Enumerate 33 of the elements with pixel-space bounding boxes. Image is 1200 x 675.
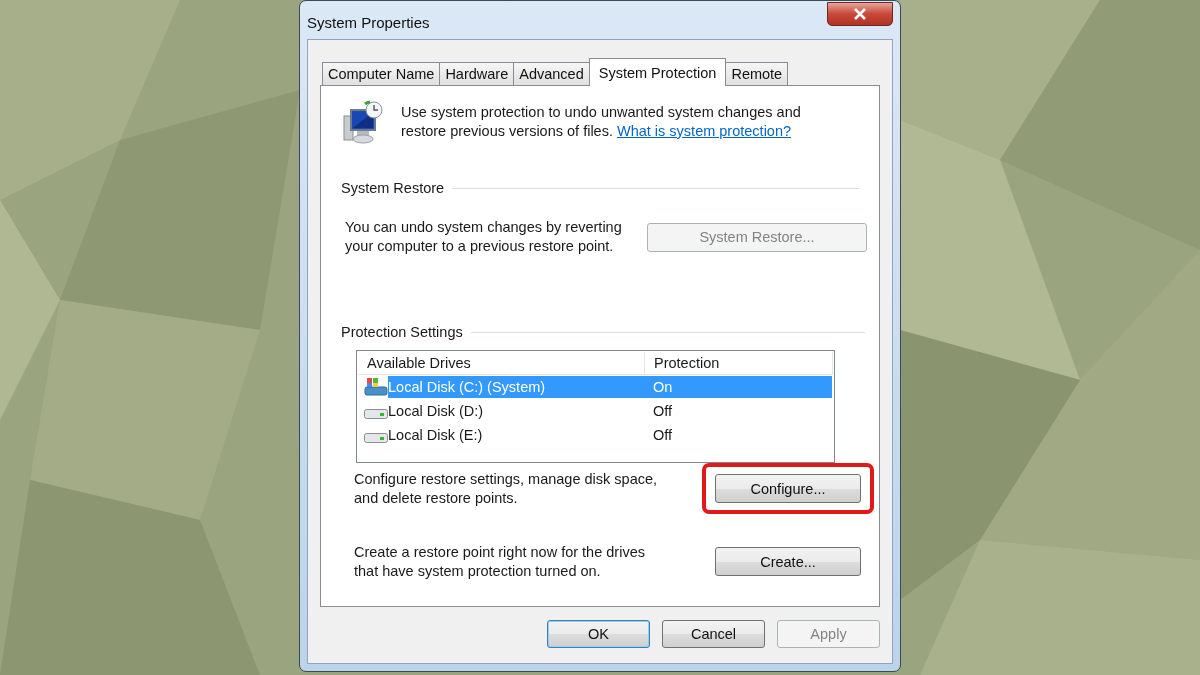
tab[interactable]: Advanced [513,62,590,85]
dialog-button[interactable]: Cancel [662,620,765,648]
help-link[interactable]: What is system protection? [617,123,792,139]
close-button[interactable] [827,2,893,26]
drive-name: Local Disk (C:) (System) [388,379,547,395]
drive-row[interactable]: Local Disk (E:) Off [388,424,832,446]
description-text: Create a restore point right now for the drives that have system protection turned on. [354,542,646,581]
computer-clock-icon [343,100,385,146]
close-icon [853,8,867,20]
protection-status: Off [652,427,674,443]
system-drive-icon [364,377,388,397]
description-text: Configure restore settings, manage disk space, and delete restore points. [354,469,659,508]
drive-row[interactable]: Local Disk (D:) Off [388,400,832,422]
tab[interactable]: Computer Name [322,62,441,85]
tab[interactable]: System Protection [588,58,727,86]
intro-text: Use system protection to undo unwanted system changes and restore previous versions of files. What is system protection? [401,103,802,141]
description-text: You can undo system changes by reverting your computer to a previous restore point. [345,218,623,256]
section-heading: System Restore [341,180,445,196]
column-header[interactable]: Available Drives [358,352,645,374]
window-title: System Properties [307,14,430,31]
action-button[interactable]: Configure... [715,474,861,503]
drive-name: Local Disk (D:) [388,403,485,419]
action-button[interactable]: Create... [715,547,861,576]
protection-status: On [652,379,674,395]
column-header[interactable]: Protection [645,352,833,374]
protection-status: Off [652,403,674,419]
section-heading: Protection Settings [341,324,463,340]
drive-name: Local Disk (E:) [388,427,484,443]
drive-icon [364,433,388,443]
drive-icon [364,409,388,419]
tab[interactable]: Remote [725,62,789,85]
dialog-button[interactable]: OK [547,620,650,648]
tab[interactable]: Hardware [439,62,515,85]
